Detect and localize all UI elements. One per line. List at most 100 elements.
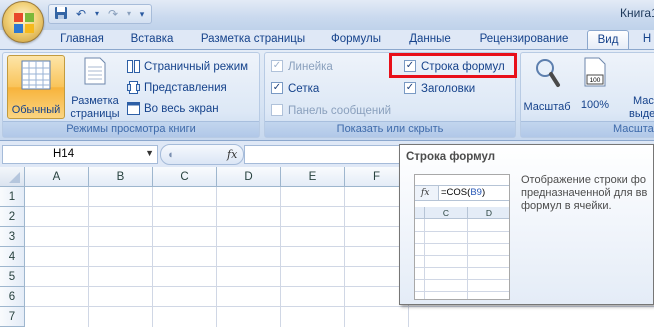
message-bar-checkbox[interactable]: Панель сообщений [271, 102, 391, 120]
tab-next[interactable]: Н [640, 30, 654, 50]
column-header-d[interactable]: D [217, 167, 281, 187]
group-label-workbook-views: Режимы просмотра книги [3, 121, 259, 137]
tooltip-description-line: формул в ячейки. [521, 200, 612, 212]
example-gridline [415, 231, 509, 232]
custom-views-button[interactable]: Представления [127, 79, 227, 97]
row-header-5[interactable]: 5 [0, 267, 25, 287]
name-box[interactable]: H14 ▼ [2, 145, 158, 164]
page-break-icon [127, 60, 140, 74]
group-workbook-views: Обычный Разметка страницы Страничный реж… [2, 52, 260, 138]
example-column-c: C [425, 207, 468, 219]
gridlines-checkbox[interactable]: ✓ Сетка [271, 80, 319, 98]
example-formula-prefix: =COS( [441, 187, 471, 198]
normal-view-button[interactable]: Обычный [7, 55, 65, 119]
example-column-d: D [468, 207, 509, 219]
full-screen-icon [127, 102, 140, 116]
page-layout-label-line2: страницы [70, 108, 120, 120]
group-label-zoom: Масштаб [521, 121, 654, 137]
tab-review[interactable]: Рецензирование [470, 30, 578, 50]
save-icon[interactable] [53, 6, 69, 22]
example-gridline [415, 291, 509, 292]
page-layout-icon [84, 57, 106, 85]
normal-view-icon [21, 60, 51, 90]
example-gridline [415, 267, 509, 268]
full-screen-label: Во весь экран [144, 103, 219, 115]
page-break-label: Страничный режим [144, 61, 249, 73]
ruler-label: Линейка [288, 61, 333, 73]
example-formula: =COS(B9) [438, 186, 509, 200]
column-header-c[interactable]: C [153, 167, 217, 187]
zoom-to-selection-button[interactable]: Масш выделе [623, 57, 654, 119]
ruler-check-icon: ✓ [271, 59, 283, 72]
page-break-preview-button[interactable]: Страничный режим [127, 58, 248, 76]
formula-bar-tooltip: Строка формул fx =COS(B9) C D Отображени… [399, 144, 654, 305]
select-all-button[interactable] [0, 167, 25, 187]
row-header-4[interactable]: 4 [0, 247, 25, 267]
row-header-7[interactable]: 7 [0, 307, 25, 327]
highlight-box [389, 53, 517, 78]
tab-page-layout[interactable]: Разметка страницы [194, 30, 312, 50]
tab-view[interactable]: Вид [587, 30, 629, 50]
redo-icon[interactable]: ↷ [105, 6, 121, 22]
normal-view-label: Обычный [11, 104, 61, 116]
custom-views-label: Представления [144, 82, 227, 94]
example-gridline [415, 243, 509, 244]
formula-controls: ◖ fx [160, 144, 244, 165]
name-box-dropdown-icon[interactable]: ▼ [145, 148, 154, 158]
example-formula-suffix: ) [481, 187, 486, 198]
row-header-2[interactable]: 2 [0, 207, 25, 227]
headings-check-icon: ✓ [404, 81, 416, 94]
ribbon: Обычный Разметка страницы Страничный реж… [0, 49, 654, 141]
gridlines-label: Сетка [288, 83, 320, 95]
customize-qat-icon[interactable]: ▾ [137, 6, 147, 22]
splitter-handle-icon[interactable]: ◖ [167, 149, 174, 161]
zoom-label: Масштаб [523, 101, 571, 113]
ribbon-tabs: Главная Вставка Разметка страницы Формул… [0, 28, 654, 50]
ruler-checkbox[interactable]: ✓ Линейка [271, 58, 333, 76]
page-layout-label-line1: Разметка [71, 95, 119, 107]
zoom-100-icon-text: 100 [590, 77, 601, 84]
undo-icon[interactable]: ↶ [73, 6, 89, 22]
headings-label: Заголовки [421, 83, 476, 95]
name-box-value: H14 [53, 148, 75, 160]
headings-checkbox[interactable]: ✓ Заголовки [404, 80, 475, 98]
column-header-b[interactable]: B [89, 167, 153, 187]
insert-function-button[interactable]: fx [227, 148, 237, 161]
tooltip-description-line: предназначенной для вв [521, 187, 648, 199]
quick-access-toolbar: ↶ ▾ ↷ ▾ ▾ [48, 4, 152, 24]
zoom-100-icon: 100 [584, 57, 606, 87]
page-layout-view-button[interactable]: Разметка страницы [67, 57, 123, 120]
tooltip-title: Строка формул [406, 151, 496, 163]
group-label-show-hide: Показать или скрыть [265, 121, 515, 137]
row-header-1[interactable]: 1 [0, 187, 25, 207]
tooltip-description: Отображение строки фо предназначенной дл… [521, 174, 654, 213]
zoom-button[interactable]: Масштаб [523, 57, 571, 119]
message-bar-check-icon [271, 103, 283, 116]
custom-views-icon [127, 81, 140, 95]
title-bar: ↶ ▾ ↷ ▾ ▾ Книга1 [0, 0, 654, 30]
office-logo-icon [14, 13, 34, 33]
zoom-100-button[interactable]: 100 100% [575, 57, 615, 119]
example-gridline [415, 255, 509, 256]
example-gridline [415, 279, 509, 280]
example-corner [415, 207, 425, 219]
example-fx-icon: fx [421, 188, 430, 198]
row-header-3[interactable]: 3 [0, 227, 25, 247]
zoom-100-label: 100% [580, 99, 610, 111]
example-formula-bar: fx =COS(B9) [415, 185, 509, 201]
redo-dropdown-icon[interactable]: ▾ [125, 6, 133, 22]
magnifier-icon [536, 59, 560, 87]
full-screen-button[interactable]: Во весь экран [127, 100, 219, 118]
tab-formulas[interactable]: Формулы [323, 30, 389, 50]
tab-insert[interactable]: Вставка [122, 30, 182, 50]
tab-data[interactable]: Данные [400, 30, 460, 50]
message-bar-label: Панель сообщений [288, 105, 392, 117]
tab-home[interactable]: Главная [52, 30, 112, 50]
column-header-a[interactable]: A [25, 167, 89, 187]
office-button[interactable] [2, 1, 44, 43]
gridlines-check-icon: ✓ [271, 81, 283, 94]
row-header-6[interactable]: 6 [0, 287, 25, 307]
column-header-e[interactable]: E [281, 167, 345, 187]
tooltip-example-image: fx =COS(B9) C D [414, 174, 510, 300]
undo-dropdown-icon[interactable]: ▾ [93, 6, 101, 22]
